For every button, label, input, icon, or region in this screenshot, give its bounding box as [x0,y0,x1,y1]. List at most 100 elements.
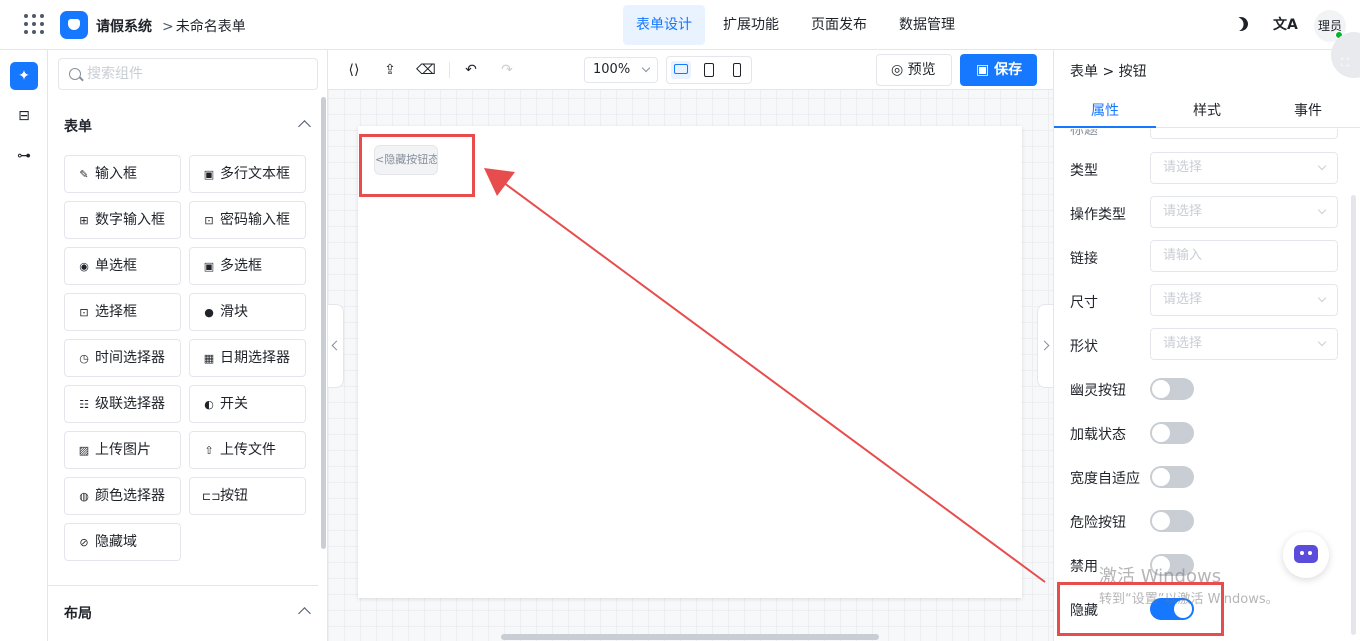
field-label-action-type: 操作类型 [1070,207,1126,223]
panel-scrollbar[interactable] [321,97,326,549]
field-label-size: 尺寸 [1070,295,1098,311]
textarea-icon: ▣ [203,168,215,181]
save-button[interactable]: ▣ 保存 [960,54,1037,86]
chevron-down-icon [1317,293,1327,303]
component-upload-image[interactable]: ▨ 上传图片 [64,431,181,469]
block-switch[interactable] [1150,466,1194,488]
field-label-link: 链接 [1070,251,1098,267]
chevron-up-icon[interactable] [298,607,311,620]
upload-icon: ⇧ [204,444,214,457]
undo-icon[interactable]: ↶ [461,60,481,80]
collapse-left-handle[interactable] [328,304,344,388]
component-button[interactable]: ⊏⊐按钮 [189,477,306,515]
tab-form-design[interactable]: 表单设计 [623,5,705,45]
tab-data-manage[interactable]: 数据管理 [886,5,968,45]
slider-icon: ● [204,306,214,319]
component-input[interactable]: ✎ 输入框 [64,155,181,193]
component-label: 按钮 [220,488,248,504]
search-icon [69,68,81,80]
canvas-toolbar: ⟨⟩ ⇪ ⌫ ↶ ↷ 100% ◎ 预览 ▣ 保存 [328,50,1053,90]
switch-label-ghost: 幽灵按钮 [1070,383,1126,399]
switch-icon: ◐ [204,398,214,411]
switch-label-block: 宽度自适应 [1070,471,1140,487]
active-tab-indicator [1054,126,1156,128]
placeholder: 请输入 [1163,248,1203,263]
assistant-bot-button[interactable] [1283,532,1329,578]
dark-mode-icon[interactable] [1231,14,1250,33]
app-name: 请假系统 [96,19,152,35]
component-label: 多选框 [220,258,262,274]
zoom-select[interactable]: 100% [584,57,658,83]
desktop-icon[interactable] [671,61,691,79]
type-select[interactable]: 请选择 [1150,152,1338,184]
component-label: 滑块 [220,304,248,320]
tab-publish[interactable]: 页面发布 [798,5,880,45]
component-upload-file[interactable]: ⇧ 上传文件 [189,431,306,469]
number-icon: ⊞ [79,214,89,227]
app-grid-icon[interactable] [24,14,44,34]
danger-switch[interactable] [1150,510,1194,532]
chevron-down-icon [1317,337,1327,347]
component-date-picker[interactable]: ▦ 日期选择器 [189,339,306,377]
tab-styles[interactable]: 样式 [1193,100,1221,120]
size-select[interactable]: 请选择 [1150,284,1338,316]
component-label: 选择框 [95,304,137,320]
component-cascader[interactable]: ☷ 级联选择器 [64,385,181,423]
template-icon[interactable]: ⊟ [10,102,38,130]
translate-icon[interactable]: 文A [1273,14,1298,34]
trash-icon[interactable]: ⌫ [416,60,436,80]
partial-row: 标题 [1054,129,1351,141]
tab-events[interactable]: 事件 [1294,100,1322,120]
collapse-right-handle[interactable] [1037,304,1053,388]
shape-select[interactable]: 请选择 [1150,328,1338,360]
save-icon: ▣ [976,62,995,78]
component-select[interactable]: ⊡ 选择框 [64,293,181,331]
chevron-left-icon [331,340,342,351]
robot-icon [1294,545,1318,563]
device-switcher [666,56,752,84]
edit-icon: ✎ [79,168,89,181]
component-checkbox[interactable]: ▣ 多选框 [189,247,306,285]
switch-label-danger: 危险按钮 [1070,515,1126,531]
component-switch[interactable]: ◐ 开关 [189,385,306,423]
search-input[interactable] [87,64,307,84]
action-type-select[interactable]: 请选择 [1150,196,1338,228]
loading-switch[interactable] [1150,422,1194,444]
component-textarea[interactable]: ▣ 多行文本框 [189,155,306,193]
component-time-picker[interactable]: ◷ 时间选择器 [64,339,181,377]
tab-properties[interactable]: 属性 [1091,100,1119,120]
link-input[interactable]: 请输入 [1150,240,1338,272]
component-number[interactable]: ⊞ 数字输入框 [64,201,181,239]
left-rail: ✦ ⊟ ⊶ [0,50,48,641]
canvas-h-scrollbar[interactable] [501,634,879,640]
preview-button[interactable]: ◎ 预览 [876,54,952,86]
export-icon[interactable]: ⇪ [380,60,400,80]
component-password[interactable]: ⊡ 密码输入框 [189,201,306,239]
redo-icon[interactable]: ↷ [497,60,517,80]
checkbox-icon: ▣ [203,260,215,273]
title-field[interactable] [1150,129,1338,139]
tablet-icon[interactable] [699,61,719,79]
cascader-icon: ☷ [79,398,89,411]
ghost-switch[interactable] [1150,378,1194,400]
component-label: 上传图片 [95,442,151,458]
fullscreen-icon: ⛶ [1341,56,1349,69]
component-slider[interactable]: ● 滑块 [189,293,306,331]
component-radio[interactable]: ◉ 单选框 [64,247,181,285]
chevron-up-icon[interactable] [298,120,311,133]
puzzle-icon[interactable]: ✦ [10,62,38,90]
property-scrollbar[interactable] [1351,195,1356,635]
form-name: 未命名表单 [175,19,246,35]
code-icon[interactable]: ⟨⟩ [344,60,364,80]
tab-extensions[interactable]: 扩展功能 [710,5,792,45]
component-color-picker[interactable]: ◍ 颜色选择器 [64,477,181,515]
chevron-down-icon [641,63,651,73]
tree-icon[interactable]: ⊶ [10,142,38,170]
app-logo-icon [60,11,88,39]
preview-label: 预览 [907,62,936,78]
chevron-down-icon [1317,161,1327,171]
breadcrumb[interactable]: > 未命名表单 [162,16,246,36]
mobile-icon[interactable] [727,61,747,79]
highlight-canvas-button [359,134,475,197]
component-hidden-field[interactable]: ⊘ 隐藏域 [64,523,181,561]
